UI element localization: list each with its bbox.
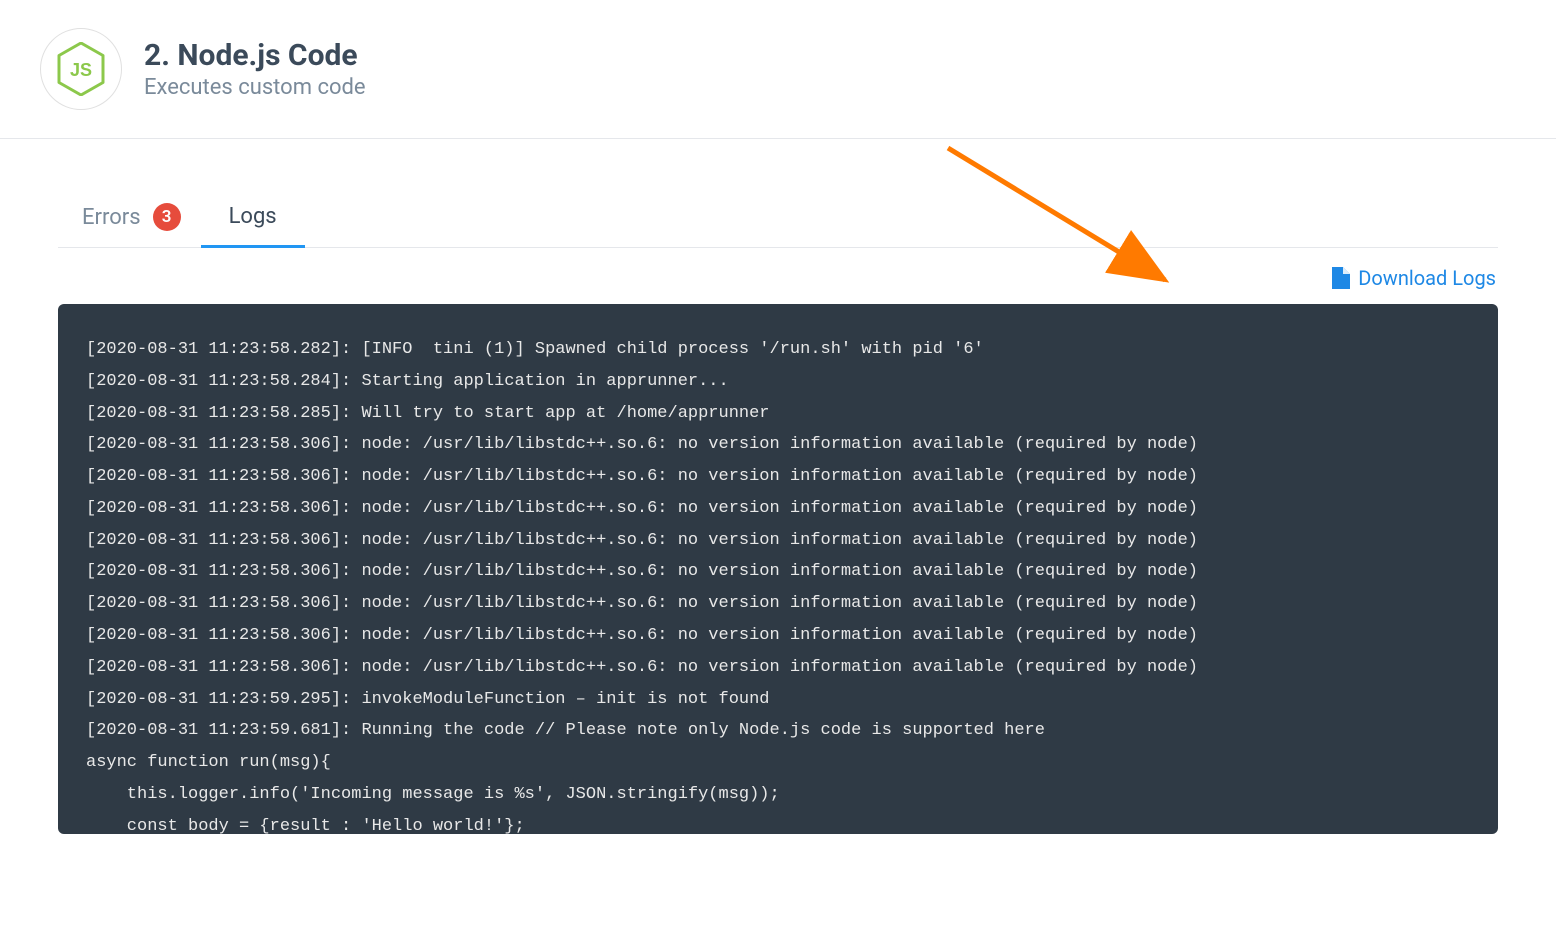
log-line: [2020-08-31 11:23:58.282]: [INFO tini (1… (86, 334, 1470, 366)
log-line: [2020-08-31 11:23:59.295]: invokeModuleF… (86, 684, 1470, 716)
tab-errors[interactable]: Errors 3 (58, 187, 201, 247)
nodejs-icon: JS (40, 28, 122, 110)
svg-text:JS: JS (70, 60, 92, 80)
page-header: JS 2. Node.js Code Executes custom code (0, 0, 1556, 139)
log-line: [2020-08-31 11:23:58.306]: node: /usr/li… (86, 429, 1470, 461)
download-logs-label: Download Logs (1358, 266, 1496, 290)
log-line: [2020-08-31 11:23:58.306]: node: /usr/li… (86, 525, 1470, 557)
log-line: this.logger.info('Incoming message is %s… (86, 779, 1470, 811)
log-line: [2020-08-31 11:23:58.306]: node: /usr/li… (86, 556, 1470, 588)
tab-bar: Errors 3 Logs (58, 187, 1498, 248)
page-subtitle: Executes custom code (144, 75, 366, 100)
errors-count-badge: 3 (153, 203, 181, 231)
log-line: [2020-08-31 11:23:58.306]: node: /usr/li… (86, 620, 1470, 652)
page-title: 2. Node.js Code (144, 38, 366, 73)
tab-errors-label: Errors (82, 205, 141, 230)
tab-logs[interactable]: Logs (201, 188, 305, 248)
tab-logs-label: Logs (229, 204, 277, 229)
log-line: async function run(msg){ (86, 747, 1470, 779)
file-icon (1332, 267, 1350, 289)
log-line: [2020-08-31 11:23:58.284]: Starting appl… (86, 366, 1470, 398)
log-line: [2020-08-31 11:23:58.306]: node: /usr/li… (86, 588, 1470, 620)
log-line: [2020-08-31 11:23:58.306]: node: /usr/li… (86, 493, 1470, 525)
download-logs-button[interactable]: Download Logs (1332, 266, 1496, 290)
log-line: [2020-08-31 11:23:58.306]: node: /usr/li… (86, 652, 1470, 684)
log-line: [2020-08-31 11:23:58.306]: node: /usr/li… (86, 461, 1470, 493)
log-line: const body = {result : 'Hello world!'}; (86, 811, 1470, 834)
log-output-panel[interactable]: [2020-08-31 11:23:58.282]: [INFO tini (1… (58, 304, 1498, 834)
log-line: [2020-08-31 11:23:58.285]: Will try to s… (86, 398, 1470, 430)
log-line: [2020-08-31 11:23:59.681]: Running the c… (86, 715, 1470, 747)
